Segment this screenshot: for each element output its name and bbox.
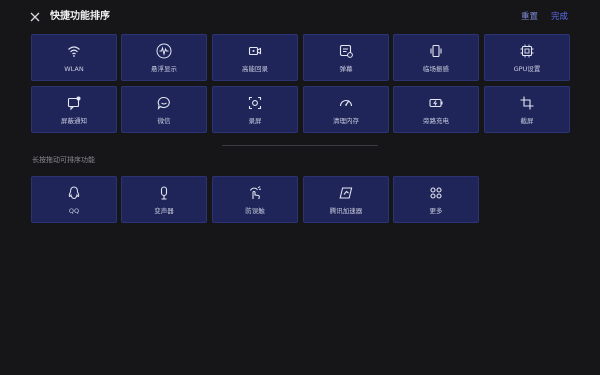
tile-wlan[interactable]: WLAN	[31, 34, 117, 81]
waveform-icon	[156, 43, 172, 59]
tile-label: 屏蔽通知	[61, 117, 87, 125]
reset-button[interactable]: 重置	[521, 11, 538, 24]
tile-mistouch-guard[interactable]: 防误触	[212, 176, 298, 223]
tile-tencent-accelerator[interactable]: 腾讯加速器	[303, 176, 389, 223]
microphone-icon	[160, 186, 168, 200]
tile-label: 弹幕	[339, 65, 353, 73]
tile-label: 微信	[157, 117, 171, 125]
tile-label: 临场振感	[423, 65, 449, 73]
header-bar: 快捷功能排序 重置 完成	[0, 0, 600, 34]
touch-guard-icon	[250, 186, 262, 200]
tile-label: 录屏	[248, 117, 262, 125]
done-button[interactable]: 完成	[551, 11, 568, 24]
divider	[222, 145, 378, 146]
crop-icon	[520, 96, 534, 110]
tile-label: 更多	[429, 207, 443, 215]
tile-label: 高能回录	[242, 65, 268, 73]
tile-label: 腾讯加速器	[329, 207, 363, 215]
tile-gpu-settings[interactable]: GPU设置	[484, 34, 570, 81]
penguin-icon	[68, 186, 80, 200]
grid-more-icon	[430, 187, 442, 199]
tile-label: 旁路充电	[423, 117, 449, 125]
bullet-chat-icon	[339, 44, 353, 58]
tile-label: QQ	[68, 207, 80, 215]
close-icon[interactable]	[28, 10, 42, 24]
tile-highlight-recording[interactable]: 高能回录	[212, 34, 298, 81]
block-notification-icon	[67, 96, 81, 111]
tile-wechat[interactable]: 微信	[121, 86, 207, 133]
page-title: 快捷功能排序	[50, 11, 110, 22]
gauge-icon	[339, 100, 353, 107]
accelerator-icon	[339, 187, 353, 199]
tile-label: GPU设置	[513, 65, 541, 73]
video-record-icon	[248, 46, 262, 56]
tile-screen-record[interactable]: 录屏	[212, 86, 298, 133]
tile-voice-changer[interactable]: 变声器	[121, 176, 207, 223]
chat-bubble-icon	[157, 96, 170, 111]
tile-haptics[interactable]: 临场振感	[393, 34, 479, 81]
tile-block-notifications[interactable]: 屏蔽通知	[31, 86, 117, 133]
chip-icon	[520, 44, 534, 58]
battery-charge-icon	[429, 98, 443, 108]
screen-record-icon	[248, 96, 262, 110]
tile-label: 悬浮显示	[151, 65, 177, 73]
tile-label: WLAN	[64, 65, 84, 73]
tile-bullet-chat[interactable]: 弹幕	[303, 34, 389, 81]
section-label: 长按拖动可排序功能	[32, 156, 95, 164]
tile-floating-display[interactable]: 悬浮显示	[121, 34, 207, 81]
tile-qq[interactable]: QQ	[31, 176, 117, 223]
tile-clear-memory[interactable]: 清理内存	[303, 86, 389, 133]
tile-label: 防误触	[245, 207, 265, 215]
tile-label: 截屏	[520, 117, 534, 125]
tile-more[interactable]: 更多	[393, 176, 479, 223]
tile-bypass-charging[interactable]: 旁路充电	[393, 86, 479, 133]
tile-screenshot[interactable]: 截屏	[484, 86, 570, 133]
tile-label: 清理内存	[333, 117, 359, 125]
wifi-icon	[68, 46, 80, 57]
tile-label: 变声器	[154, 207, 174, 215]
vibration-icon	[430, 44, 442, 58]
